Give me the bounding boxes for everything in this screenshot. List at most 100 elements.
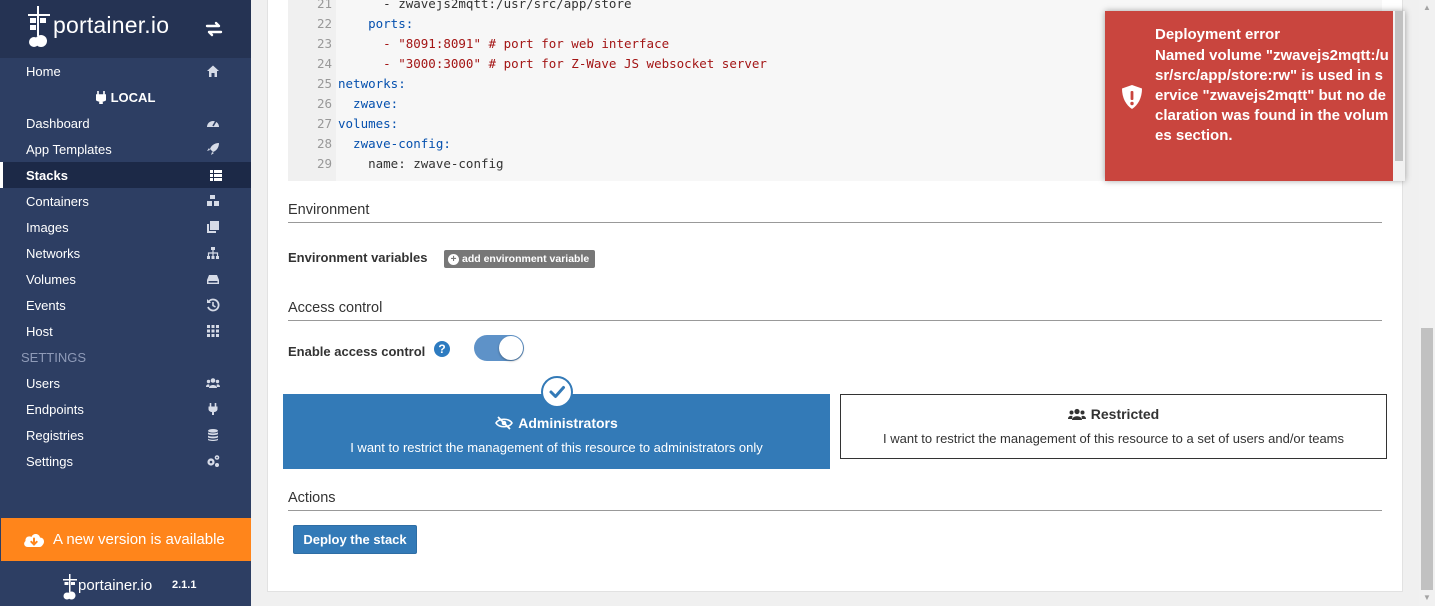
enable-access-control-label: Enable access control bbox=[288, 344, 426, 359]
sidebar-item-settings[interactable]: Settings bbox=[0, 448, 251, 474]
line-text: zwave: bbox=[338, 96, 399, 111]
line-number: 27 bbox=[316, 116, 332, 131]
footer-brand-name: portainer.io bbox=[78, 577, 153, 594]
question-circle-icon[interactable]: ? bbox=[434, 341, 450, 357]
editor-line: 24 - "3000:3000" # port for Z-Wave JS we… bbox=[288, 54, 767, 74]
sidebar-footer: portainer.io 2.1.1 bbox=[0, 566, 251, 606]
line-number: 23 bbox=[316, 36, 332, 51]
environment-section-title: Environment bbox=[288, 202, 1382, 223]
sidebar-item-images[interactable]: Images bbox=[0, 214, 251, 240]
line-text: networks: bbox=[338, 76, 406, 91]
editor-line: 21 - zwavejs2mqtt:/usr/src/app/store bbox=[288, 0, 632, 14]
sidebar-item-host[interactable]: Host bbox=[0, 318, 251, 344]
plug-icon bbox=[208, 403, 218, 415]
administrators-title-text: Administrators bbox=[518, 415, 618, 431]
portainer-logo-icon bbox=[28, 6, 50, 47]
plug-icon bbox=[95, 90, 106, 104]
sidebar-item-app-templates[interactable]: App Templates bbox=[0, 136, 251, 162]
tachometer-icon bbox=[207, 120, 219, 127]
cubes-icon bbox=[207, 195, 219, 206]
scroll-down-arrow-icon[interactable]: ▼ bbox=[1423, 594, 1431, 602]
deploy-stack-button[interactable]: Deploy the stack bbox=[293, 525, 417, 554]
access-control-section-title: Access control bbox=[288, 300, 1382, 321]
deployment-error-toast[interactable]: Deployment error Named volume "zwavejs2m… bbox=[1105, 11, 1405, 181]
endpoint-label: LOCAL bbox=[0, 84, 251, 110]
toggle-knob bbox=[499, 336, 523, 360]
administrators-title: Administrators bbox=[284, 415, 829, 431]
sidebar-item-events[interactable]: Events bbox=[0, 292, 251, 318]
sidebar-nav: Home LOCAL Dashboard App Templates Stack… bbox=[0, 58, 251, 474]
editor-line: 22 ports: bbox=[288, 14, 413, 34]
line-text: - zwavejs2mqtt:/usr/src/app/store bbox=[338, 0, 632, 11]
toast-scrollbar[interactable] bbox=[1393, 11, 1405, 181]
line-text: zwave-config: bbox=[338, 136, 451, 151]
editor-line: 28 zwave-config: bbox=[288, 134, 451, 154]
line-number: 29 bbox=[316, 156, 332, 171]
sidebar-item-dashboard[interactable]: Dashboard bbox=[0, 110, 251, 136]
plus-circle-icon: + bbox=[448, 253, 459, 265]
th-list-icon bbox=[210, 170, 222, 181]
add-env-label: add environment variable bbox=[462, 253, 590, 265]
clone-icon bbox=[207, 221, 219, 233]
add-environment-variable-button[interactable]: + add environment variable bbox=[444, 250, 596, 268]
sidebar: portainer.io Home LOCAL Dashboard App Te… bbox=[0, 0, 251, 606]
endpoint-name: LOCAL bbox=[110, 89, 156, 105]
line-number: 28 bbox=[316, 136, 332, 151]
line-number: 24 bbox=[316, 56, 332, 71]
scrollbar-thumb[interactable] bbox=[1421, 328, 1433, 590]
line-number: 22 bbox=[316, 16, 332, 31]
users-icon bbox=[206, 378, 220, 388]
history-icon bbox=[207, 298, 220, 312]
sidebar-item-registries[interactable]: Registries bbox=[0, 422, 251, 448]
users-icon bbox=[1067, 408, 1086, 420]
sidebar-item-stacks[interactable]: Stacks bbox=[0, 162, 251, 188]
line-text: ports: bbox=[338, 16, 414, 31]
update-banner-text: A new version is available bbox=[53, 531, 225, 548]
update-available-banner[interactable]: A new version is available bbox=[1, 518, 251, 561]
line-text: - "8091:8091" # port for web interface bbox=[338, 36, 670, 51]
administrators-description: I want to restrict the management of thi… bbox=[350, 440, 763, 455]
th-icon bbox=[207, 325, 219, 337]
line-text: - "3000:3000" # port for Z-Wave JS webso… bbox=[338, 56, 767, 71]
eye-slash-icon bbox=[495, 416, 514, 430]
hdd-icon bbox=[207, 275, 219, 284]
brand-header: portainer.io bbox=[0, 0, 251, 58]
toast-scrollbar-thumb[interactable] bbox=[1395, 11, 1403, 161]
sidebar-item-volumes[interactable]: Volumes bbox=[0, 266, 251, 292]
sidebar-toggle-icon[interactable] bbox=[204, 19, 224, 39]
toast-message: Named volume "zwavejs2mqtt:/usr/src/app/… bbox=[1155, 47, 1389, 144]
editor-line: 26 zwave: bbox=[288, 94, 398, 114]
brand-name: portainer.io bbox=[53, 12, 170, 38]
line-text: name: zwave-config bbox=[338, 156, 504, 171]
portainer-logo-icon bbox=[63, 574, 77, 600]
settings-heading: SETTINGS bbox=[21, 349, 87, 365]
toast-title: Deployment error bbox=[1155, 26, 1281, 43]
editor-line: 29 name: zwave-config bbox=[288, 154, 504, 174]
sidebar-item-home[interactable]: Home bbox=[0, 58, 251, 84]
sidebar-item-networks[interactable]: Networks bbox=[0, 240, 251, 266]
database-icon bbox=[208, 429, 218, 441]
sidebar-item-containers[interactable]: Containers bbox=[0, 188, 251, 214]
home-icon bbox=[207, 65, 219, 77]
shield-exclamation-icon bbox=[1122, 85, 1142, 109]
selected-check-icon bbox=[541, 376, 573, 408]
restricted-option[interactable]: Restricted I want to restrict the manage… bbox=[840, 394, 1387, 459]
cloud-download-icon bbox=[24, 533, 44, 547]
rocket-icon bbox=[207, 143, 219, 155]
restricted-title-text: Restricted bbox=[1090, 406, 1160, 422]
cogs-icon bbox=[207, 455, 220, 467]
sidebar-item-endpoints[interactable]: Endpoints bbox=[0, 396, 251, 422]
actions-section-title: Actions bbox=[288, 490, 1382, 511]
editor-line: 25 networks: bbox=[288, 74, 406, 94]
editor-line: 27 volumes: bbox=[288, 114, 398, 134]
line-text: volumes: bbox=[338, 116, 399, 131]
restricted-description: I want to restrict the management of thi… bbox=[883, 431, 1344, 446]
access-control-toggle[interactable] bbox=[474, 335, 524, 361]
environment-variables-label: Environment variables bbox=[288, 250, 428, 265]
page-scrollbar[interactable]: ▲ ▼ bbox=[1419, 0, 1435, 606]
scroll-up-arrow-icon[interactable]: ▲ bbox=[1423, 4, 1431, 12]
line-number: 25 bbox=[316, 76, 332, 91]
sidebar-item-users[interactable]: Users bbox=[0, 370, 251, 396]
line-number: 26 bbox=[316, 96, 332, 111]
line-number: 21 bbox=[316, 0, 332, 11]
